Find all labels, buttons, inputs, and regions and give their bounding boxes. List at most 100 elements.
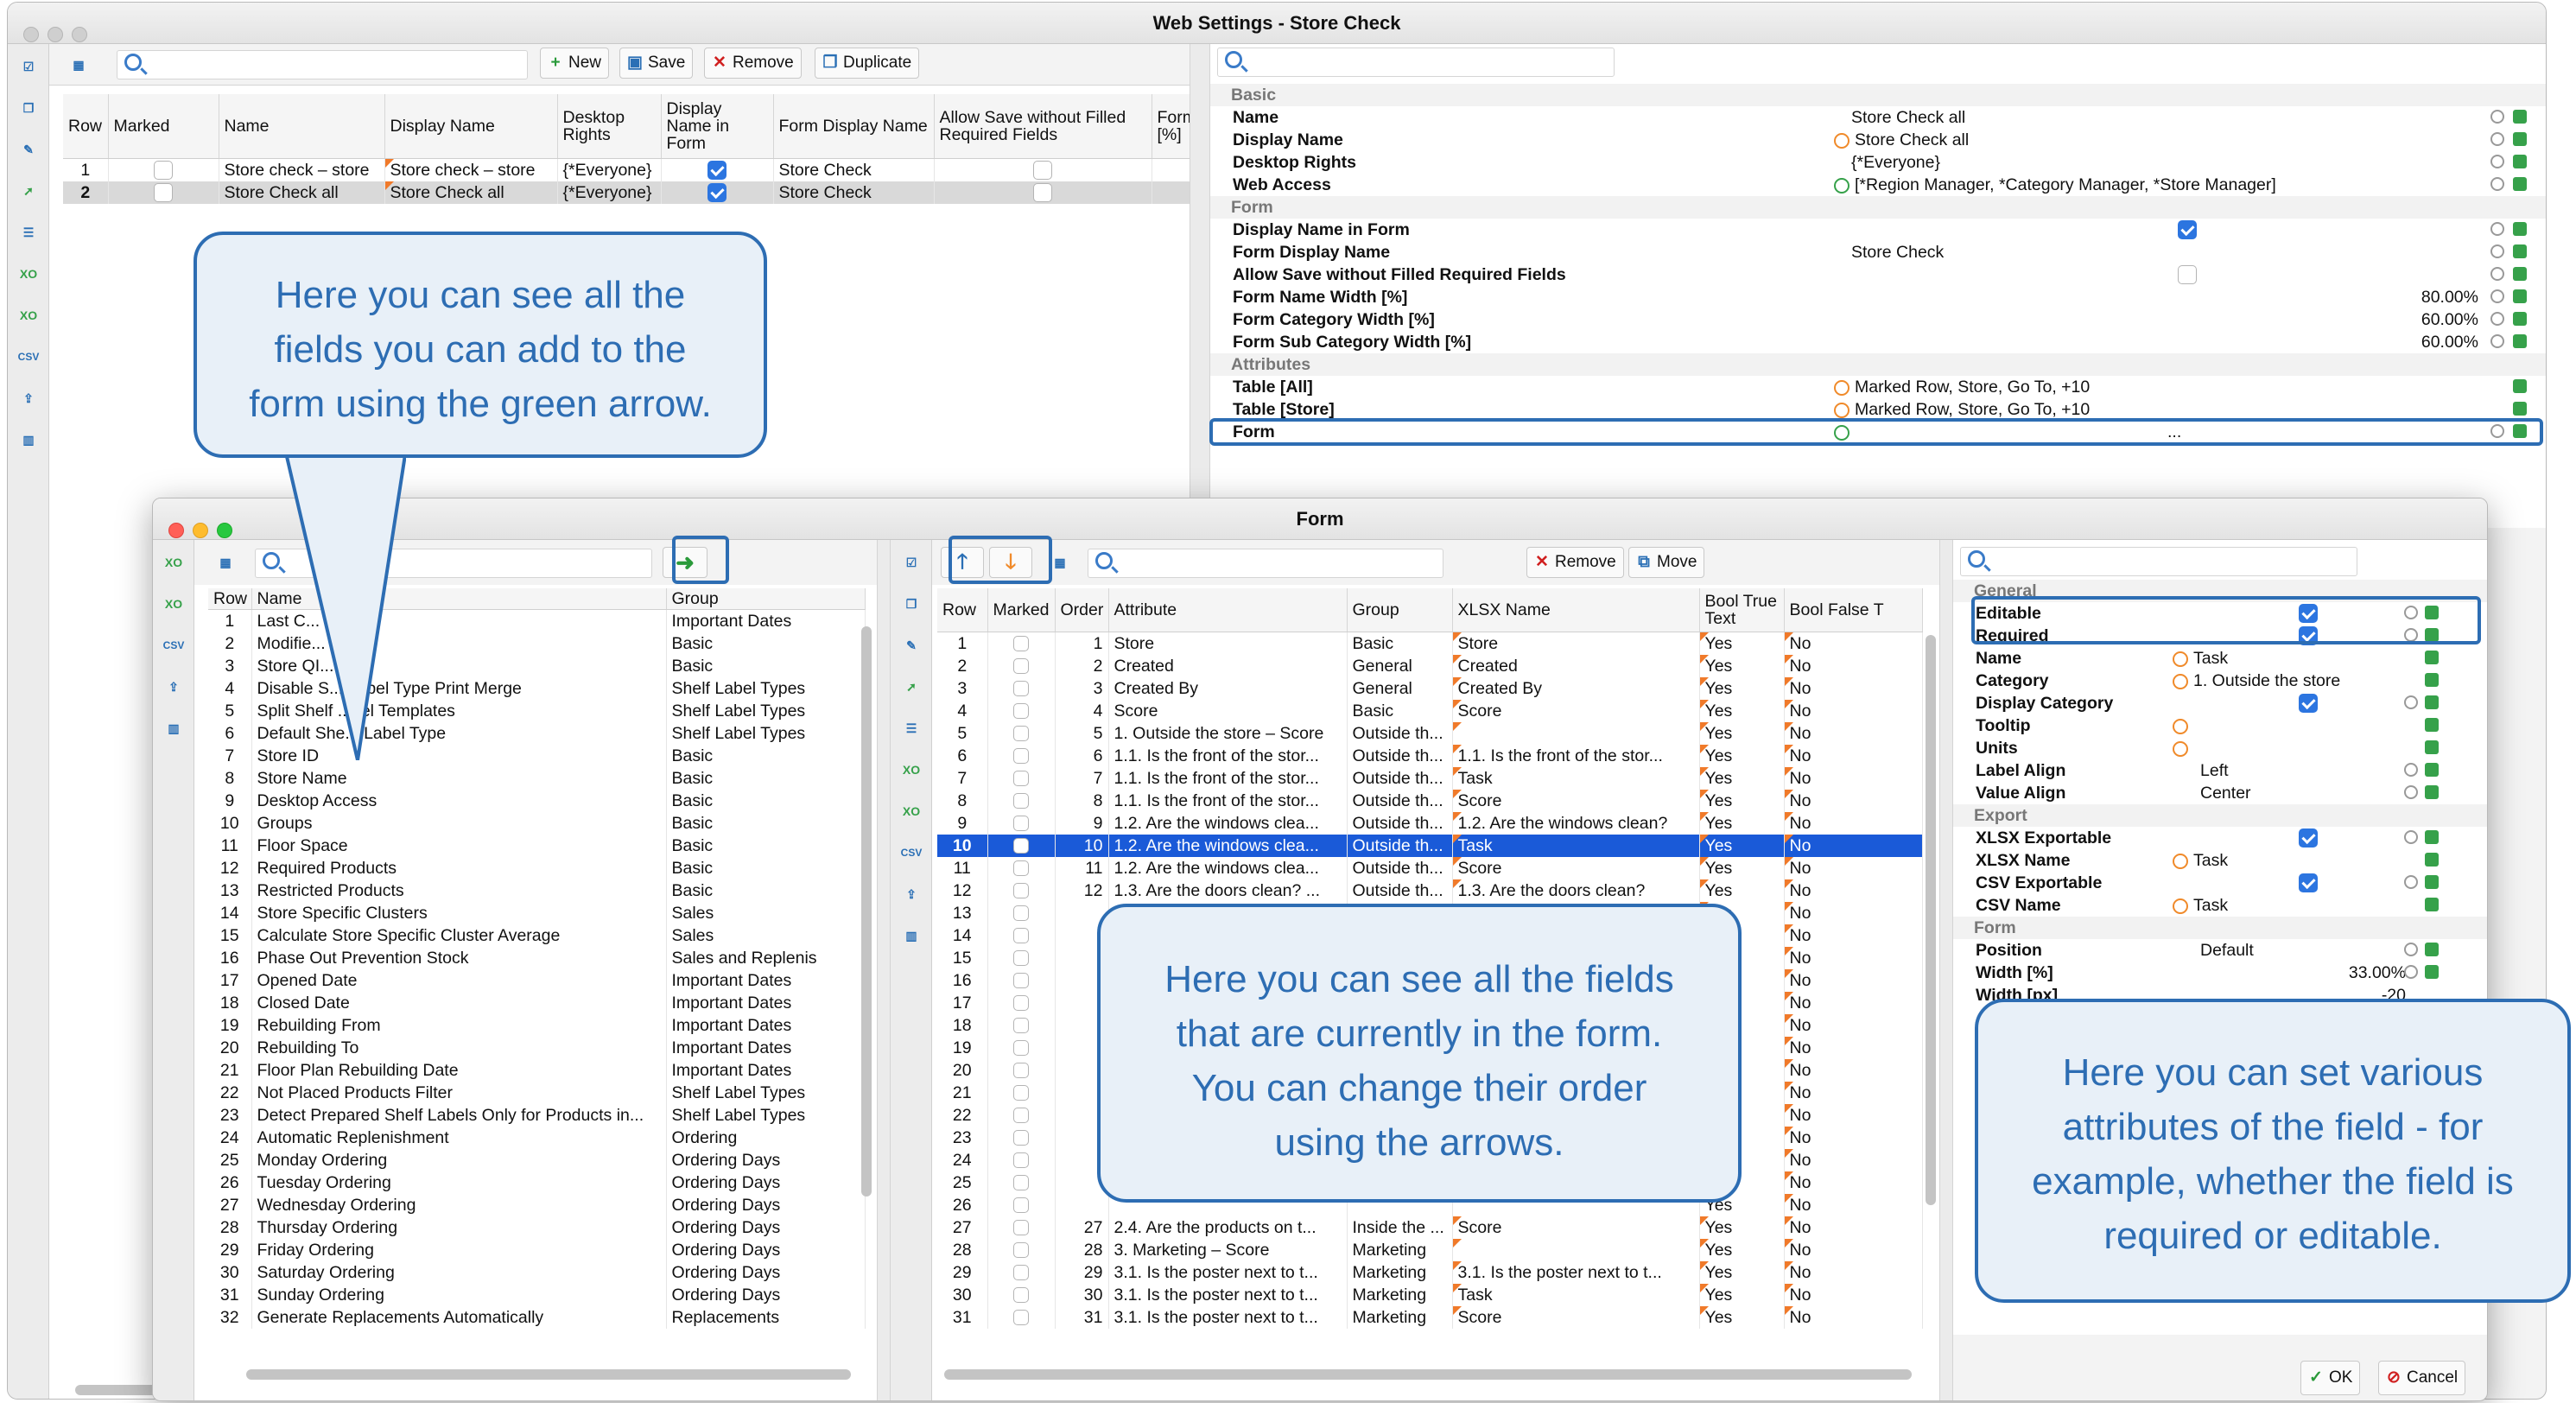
prop-form-category-width[interactable]: Form Category Width [%] 60.00% bbox=[1210, 308, 2546, 331]
prop-display-name-in-form[interactable]: Display Name in Form bbox=[1210, 219, 2546, 241]
pin-icon[interactable] bbox=[2425, 740, 2439, 754]
reset-icon[interactable] bbox=[2404, 965, 2418, 979]
marked-cell[interactable] bbox=[987, 1081, 1056, 1104]
form-splitter-left[interactable] bbox=[877, 540, 891, 1400]
table-row[interactable]: 8 Store Name Basic bbox=[208, 766, 866, 790]
field-properties-search-input[interactable] bbox=[1960, 547, 2357, 576]
form-fields-search-input[interactable] bbox=[1088, 549, 1443, 578]
table-row[interactable]: 12 Required Products Basic bbox=[208, 856, 866, 879]
reset-icon[interactable] bbox=[2490, 132, 2504, 146]
duplicate-button[interactable]: ❐ Duplicate bbox=[815, 48, 920, 79]
col-bool-false[interactable]: Bool False T bbox=[1784, 588, 1923, 632]
table-row[interactable]: 2 2 Created General Created Yes No bbox=[937, 654, 1923, 677]
prop-desktop-rights[interactable]: Desktop Rights {*Everyone} bbox=[1210, 151, 2546, 174]
display-name-in-form-checkbox[interactable] bbox=[2178, 220, 2197, 239]
col-name[interactable]: Name bbox=[219, 94, 385, 159]
xlsx-exportable-checkbox[interactable] bbox=[2299, 828, 2318, 848]
col-order[interactable]: Order bbox=[1055, 588, 1109, 632]
reset-icon[interactable] bbox=[2404, 695, 2418, 709]
allow-save-checkbox[interactable] bbox=[1033, 161, 1052, 181]
marked-cell[interactable] bbox=[987, 789, 1056, 812]
table-row[interactable]: 6 6 1.1. Is the front of the stor... Outsid… bbox=[937, 744, 1923, 767]
table-row[interactable]: 17 Opened Date Important Dates bbox=[208, 968, 866, 992]
table-row[interactable]: 31 31 3.1. Is the poster next to t... Marke… bbox=[937, 1305, 1923, 1329]
cancel-button[interactable]: ⊘ Cancel bbox=[2378, 1361, 2466, 1395]
prop-form-display-name[interactable]: Form Display Name Store Check bbox=[1210, 241, 2546, 263]
chart-icon[interactable]: ▥ bbox=[162, 716, 186, 740]
marked-cell[interactable] bbox=[987, 1193, 1056, 1216]
xlsx-import-icon[interactable]: XO bbox=[162, 592, 186, 616]
prop-form-subcategory-width[interactable]: Form Sub Category Width [%] 60.00% bbox=[1210, 331, 2546, 353]
pin-icon[interactable] bbox=[2425, 943, 2439, 956]
marked-checkbox[interactable] bbox=[1013, 995, 1029, 1012]
marked-cell[interactable] bbox=[987, 744, 1056, 767]
col-desktop-rights[interactable]: Desktop Rights bbox=[557, 94, 662, 159]
pin-icon[interactable] bbox=[2513, 267, 2527, 281]
table-settings-icon[interactable]: ▦ bbox=[67, 53, 91, 77]
reset-icon[interactable] bbox=[2404, 785, 2418, 799]
marked-cell[interactable] bbox=[987, 1036, 1056, 1059]
marked-cell[interactable] bbox=[987, 676, 1056, 700]
table-row[interactable]: 30 Saturday Ordering Ordering Days bbox=[208, 1260, 866, 1284]
marked-checkbox[interactable] bbox=[154, 161, 173, 181]
marked-cell[interactable] bbox=[987, 632, 1056, 655]
cursor-icon[interactable]: ➚ bbox=[16, 179, 41, 203]
marked-cell[interactable] bbox=[987, 1126, 1056, 1149]
marked-cell[interactable] bbox=[108, 158, 219, 181]
marked-checkbox[interactable] bbox=[1013, 838, 1029, 854]
copy-icon[interactable]: ❐ bbox=[16, 96, 41, 120]
table-row[interactable]: 25 Monday Ordering Ordering Days bbox=[208, 1148, 866, 1171]
marked-checkbox[interactable] bbox=[1013, 636, 1029, 652]
allow-save-cell[interactable] bbox=[934, 181, 1152, 204]
marked-cell[interactable] bbox=[987, 1058, 1056, 1082]
display-name-in-form-cell[interactable] bbox=[661, 158, 774, 181]
marked-checkbox[interactable] bbox=[1013, 793, 1029, 809]
marked-checkbox[interactable] bbox=[1013, 658, 1029, 675]
allow-save-cell[interactable] bbox=[934, 158, 1152, 181]
pin-icon[interactable] bbox=[2425, 763, 2439, 777]
form-splitter-right[interactable] bbox=[1939, 540, 1953, 1400]
available-fields-v-scrollbar[interactable] bbox=[861, 626, 872, 1197]
marked-cell[interactable] bbox=[987, 901, 1056, 924]
marked-checkbox[interactable] bbox=[1013, 1130, 1029, 1146]
reset-icon[interactable] bbox=[2490, 177, 2504, 191]
save-button[interactable]: ▣ Save bbox=[619, 48, 694, 79]
pin-icon[interactable] bbox=[2513, 222, 2527, 236]
xlsx-icon[interactable]: XO bbox=[16, 262, 41, 286]
list-icon[interactable]: ☰ bbox=[16, 220, 41, 244]
col-group[interactable]: Group bbox=[666, 588, 866, 610]
form-fields-h-scrollbar[interactable] bbox=[944, 1369, 1912, 1380]
pin-icon[interactable] bbox=[2425, 673, 2439, 687]
reset-icon[interactable] bbox=[2404, 875, 2418, 889]
csv-icon[interactable]: CSV bbox=[899, 841, 923, 865]
pin-icon[interactable] bbox=[2513, 155, 2527, 168]
table-row[interactable]: 28 28 3. Marketing – Score Marketing Yes No bbox=[937, 1238, 1923, 1261]
table-row[interactable]: 29 29 3.1. Is the poster next to t... Marke… bbox=[937, 1260, 1923, 1284]
table-row[interactable]: 11 11 1.2. Are the windows clea... Outside … bbox=[937, 856, 1923, 879]
pin-icon[interactable] bbox=[2425, 898, 2439, 911]
marked-checkbox[interactable] bbox=[1013, 883, 1029, 899]
marked-cell[interactable] bbox=[987, 856, 1056, 879]
localize-icon[interactable] bbox=[1834, 132, 1850, 149]
remove-field-button[interactable]: ✕ Remove bbox=[1526, 547, 1624, 578]
marked-cell[interactable] bbox=[987, 811, 1056, 835]
xlsx-icon[interactable]: XO bbox=[899, 758, 923, 782]
edit-doc-icon[interactable]: ✎ bbox=[16, 137, 41, 162]
table-row[interactable]: 9 Desktop Access Basic bbox=[208, 789, 866, 812]
table-row[interactable]: 11 Floor Space Basic bbox=[208, 834, 866, 857]
pin-icon[interactable] bbox=[2513, 132, 2527, 146]
pin-icon[interactable] bbox=[2513, 110, 2527, 124]
main-splitter[interactable] bbox=[1190, 44, 1210, 511]
display-name-in-form-checkbox[interactable] bbox=[707, 183, 726, 203]
pin-icon[interactable] bbox=[2513, 402, 2527, 416]
pin-icon[interactable] bbox=[2425, 875, 2439, 889]
main-search-input[interactable] bbox=[117, 50, 528, 79]
reset-icon[interactable] bbox=[2490, 155, 2504, 168]
ok-button[interactable]: ✓ OK bbox=[2300, 1361, 2361, 1395]
localize-icon[interactable] bbox=[2173, 651, 2188, 667]
display-name-in-form-cell[interactable] bbox=[661, 181, 774, 204]
pin-icon[interactable] bbox=[2425, 965, 2439, 979]
marked-cell[interactable] bbox=[987, 1216, 1056, 1239]
table-row[interactable]: 16 Phase Out Prevention Stock Sales and Re… bbox=[208, 946, 866, 969]
table-row[interactable]: 22 Not Placed Products Filter Shelf Label … bbox=[208, 1081, 866, 1104]
